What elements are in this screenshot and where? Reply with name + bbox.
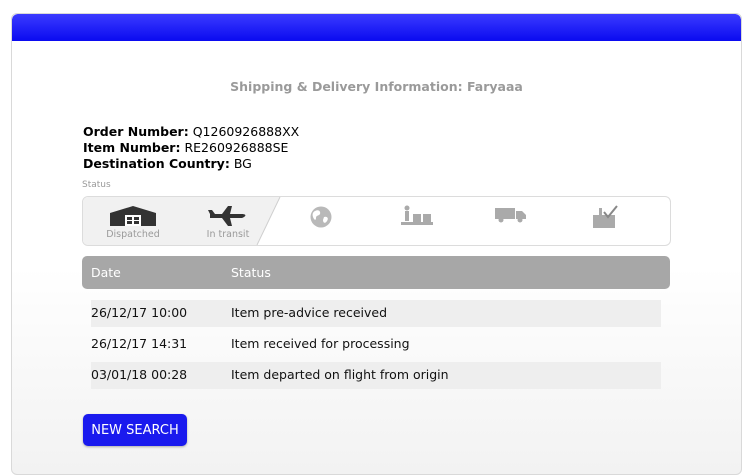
- status-tracker: Dispatched In transit: [82, 196, 671, 246]
- item-number-value: RE260926888SE: [184, 140, 289, 155]
- column-header-date: Date: [91, 265, 121, 280]
- tracking-table: Date Status 26/12/17 10:00 Item pre-advi…: [82, 256, 670, 393]
- row-date: 26/12/17 10:00: [91, 305, 188, 320]
- item-number-label: Item Number:: [83, 140, 181, 155]
- order-info: Order Number: Q1260926888XX Item Number:…: [83, 124, 299, 172]
- table-row: 26/12/17 14:31 Item received for process…: [91, 331, 661, 358]
- top-bar: [12, 14, 741, 41]
- row-date: 26/12/17 14:31: [91, 336, 188, 351]
- delivered-box-icon: [593, 205, 618, 228]
- step-in-transit: In transit: [183, 197, 273, 245]
- order-number-value: Q1260926888XX: [192, 124, 300, 139]
- row-status: Item pre-advice received: [231, 305, 388, 320]
- step-label: In transit: [206, 229, 250, 240]
- step-delivered: [560, 197, 650, 245]
- delivery-truck-icon: [495, 208, 526, 223]
- table-row: 26/12/17 10:00 Item pre-advice received: [91, 300, 661, 327]
- table-row: 03/01/18 00:28 Item departed on flight f…: [91, 362, 661, 389]
- customs-icon: [401, 205, 433, 225]
- step-international: [276, 197, 366, 245]
- step-dispatched: Dispatched: [88, 197, 178, 245]
- row-status: Item departed on flight from origin: [231, 367, 449, 382]
- order-number-label: Order Number:: [83, 124, 189, 139]
- warehouse-icon: [110, 206, 156, 226]
- step-out-for-delivery: [466, 197, 556, 245]
- column-header-status: Status: [231, 265, 271, 280]
- destination-country-value: BG: [233, 156, 252, 171]
- shipping-panel: Shipping & Delivery Information: Faryaaa…: [11, 13, 742, 475]
- destination-country-label: Destination Country:: [83, 156, 230, 171]
- step-customs: [372, 197, 462, 245]
- status-label: Status: [82, 180, 111, 190]
- globe-icon: [310, 206, 332, 228]
- airplane-icon: [208, 206, 246, 226]
- new-search-button[interactable]: NEW SEARCH: [83, 414, 187, 446]
- page-title: Shipping & Delivery Information: Faryaaa: [230, 79, 523, 94]
- table-header: Date Status: [82, 256, 670, 289]
- row-date: 03/01/18 00:28: [91, 367, 188, 382]
- step-label: Dispatched: [106, 229, 160, 240]
- row-status: Item received for processing: [231, 336, 410, 351]
